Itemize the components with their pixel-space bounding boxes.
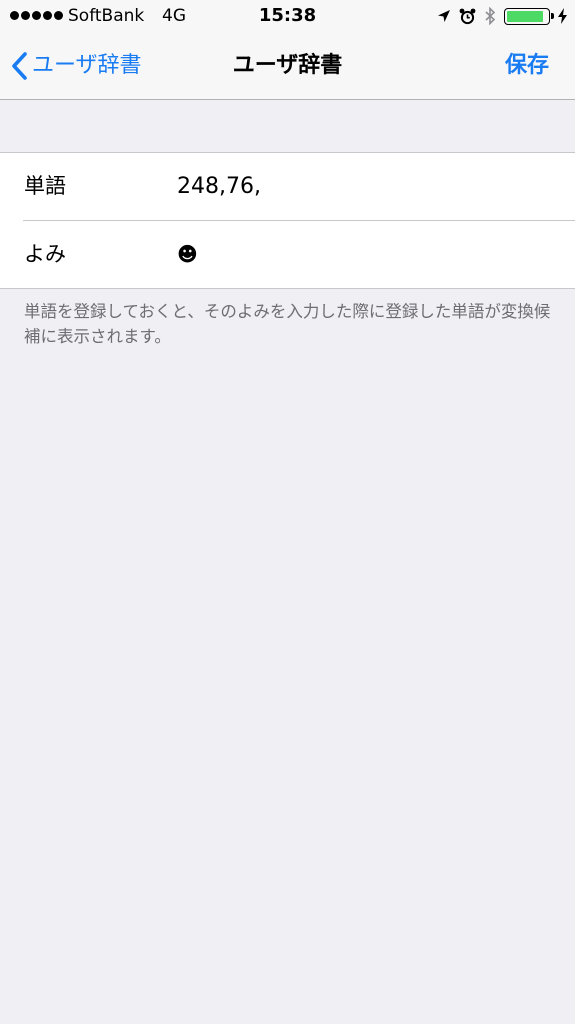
top-bar: SoftBank 4G 15:38 ユーザ辞書 ユーザ辞書 保存: [0, 0, 575, 100]
form-group: 単語 248,76, よみ ☻: [0, 152, 575, 289]
charging-bolt-icon: [558, 8, 567, 24]
alarm-clock-icon: [459, 8, 476, 24]
status-bar: SoftBank 4G 15:38: [0, 0, 575, 34]
reading-row[interactable]: よみ ☻: [23, 220, 575, 288]
word-label: 単語: [24, 174, 66, 198]
bluetooth-icon: [485, 7, 496, 25]
reading-input[interactable]: ☻: [177, 221, 198, 288]
page-title: ユーザ辞書: [232, 53, 343, 78]
battery-icon: [504, 7, 554, 25]
location-arrow-icon: [438, 10, 450, 22]
word-row[interactable]: 単語 248,76,: [0, 153, 575, 220]
word-input[interactable]: 248,76,: [177, 153, 261, 220]
status-icons: [437, 6, 567, 26]
reading-label: よみ: [24, 242, 66, 266]
footer-note: 単語を登録しておくと、そのよみを入力した際に登録した単語が変換候補に表示されます…: [24, 302, 551, 346]
save-button[interactable]: 保存: [505, 46, 549, 86]
